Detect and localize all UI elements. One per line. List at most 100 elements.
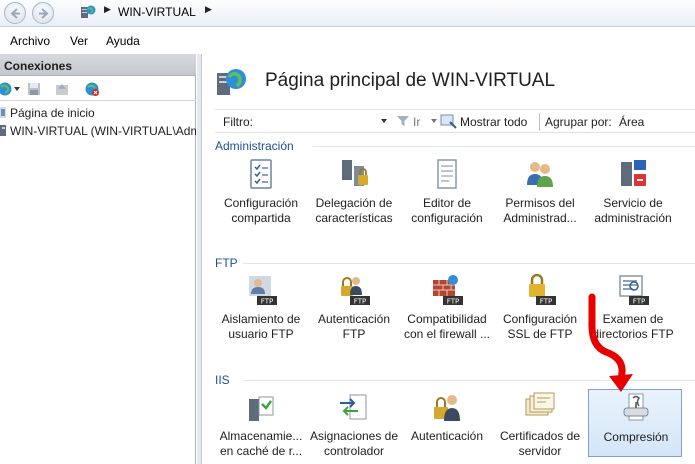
tile-certificados-servidor[interactable]: Certificados de servidor <box>493 391 587 459</box>
filter-label: Filtro: <box>223 115 253 129</box>
tile-label: Servicio de <box>603 196 663 210</box>
back-button[interactable] <box>4 2 26 24</box>
menu-bar: Archivo Ver Ayuda <box>0 28 695 52</box>
toolbar-divider <box>539 113 540 131</box>
tile-label: Compresión <box>603 430 669 444</box>
go-label: Ir <box>413 115 421 129</box>
tile-label: directorios FTP <box>592 327 674 341</box>
tile-compatibilidad-firewall[interactable]: FTP Compatibilidad con el firewall ... <box>400 274 494 342</box>
tile-label: Configuración <box>223 196 299 210</box>
ftp-ssl-icon: FTP <box>529 274 556 306</box>
tile-label: servidor <box>518 444 562 458</box>
chevron-right-icon[interactable]: ▶ <box>104 4 111 15</box>
manager-permissions-icon <box>527 162 553 187</box>
section-title-ftp: FTP <box>215 256 238 270</box>
tile-label: Editor de <box>422 196 472 210</box>
tile-label: Asignaciones de <box>309 429 399 443</box>
tile-label: Aislamiento de <box>221 312 301 326</box>
tile-compresion[interactable]: Compresión <box>588 389 682 457</box>
tile-label: Compatibilidad <box>407 312 487 326</box>
tree-item-start-page[interactable]: Página de inicio <box>0 105 196 121</box>
filter-input[interactable] <box>257 112 385 131</box>
server-certificates-icon <box>525 392 555 416</box>
tile-label: administración <box>594 211 672 225</box>
group-by-select[interactable]: Área <box>619 115 644 129</box>
svg-text:FTP: FTP <box>354 298 366 306</box>
tile-label: Almacenamie... <box>219 429 303 443</box>
chevron-down-icon[interactable] <box>14 87 20 91</box>
tile-label: controlador <box>323 444 385 458</box>
breadcrumb-server[interactable]: WIN-VIRTUAL <box>118 5 196 19</box>
tree-item-label: WIN-VIRTUAL (WIN-VIRTUAL\Administrador) <box>10 124 196 138</box>
tree-item-server[interactable]: WIN-VIRTUAL (WIN-VIRTUAL\Administrador) <box>0 123 196 139</box>
tile-label: FTP <box>342 327 366 341</box>
feature-delegation-icon <box>342 160 368 186</box>
address-breadcrumb[interactable]: ▶ WIN-VIRTUAL ▶ <box>74 0 695 24</box>
connect-globe-icon[interactable] <box>0 81 13 97</box>
tile-configuracion-ssl-ftp[interactable]: FTP Configuración SSL de FTP <box>493 274 587 342</box>
tile-label: configuración <box>411 211 483 225</box>
menu-ayuda[interactable]: Ayuda <box>106 34 140 48</box>
start-page-icon <box>0 107 6 118</box>
tile-label: Certificados de <box>499 429 581 443</box>
tile-configuracion-compartida[interactable]: Configuración compartida <box>214 158 308 226</box>
page-title: Página principal de WIN-VIRTUAL <box>265 70 556 91</box>
tile-label: Permisos del <box>505 196 575 210</box>
ftp-authentication-icon: FTP <box>341 277 370 306</box>
tile-label: Delegación de <box>315 196 393 210</box>
config-editor-icon <box>437 159 457 189</box>
management-service-icon <box>621 160 646 186</box>
forward-arrow-icon <box>39 8 49 19</box>
menu-ver[interactable]: Ver <box>70 34 88 48</box>
back-arrow-icon <box>10 8 20 19</box>
save-icon[interactable] <box>26 81 42 97</box>
server-globe-icon <box>217 69 246 95</box>
tile-delegacion-caracteristicas[interactable]: Delegación de características <box>307 158 401 226</box>
tile-autenticacion[interactable]: Autenticación <box>400 391 494 459</box>
main-content: Página principal de WIN-VIRTUAL Filtro: … <box>203 54 695 464</box>
tile-label: usuario FTP <box>228 327 294 341</box>
chevron-down-icon[interactable] <box>381 119 387 123</box>
section-divider <box>313 146 695 147</box>
show-all-icon <box>440 114 457 129</box>
authentication-icon <box>434 395 460 421</box>
filter-bar: Filtro: Ir Mostrar todo Agrupar por: Áre… <box>215 109 695 133</box>
go-button[interactable]: Ir <box>395 113 427 130</box>
group-by-label: Agrupar por: <box>545 115 612 129</box>
shared-config-icon <box>250 159 272 189</box>
tile-asignaciones-controlador[interactable]: Asignaciones de controlador <box>307 391 401 459</box>
tile-label: características <box>315 211 393 225</box>
tile-label: con el firewall ... <box>403 327 491 341</box>
svg-text:FTP: FTP <box>540 298 552 306</box>
chevron-down-icon[interactable] <box>431 119 437 123</box>
tile-permisos-administrador[interactable]: Permisos del Administrad... <box>493 158 587 226</box>
funnel-icon <box>397 116 409 126</box>
tree-item-label: Página de inicio <box>10 106 95 120</box>
up-level-icon[interactable] <box>54 81 70 97</box>
tile-editor-configuracion[interactable]: Editor de configuración <box>400 158 494 226</box>
ftp-directory-browsing-icon: FTP <box>619 275 649 306</box>
chevron-right-icon[interactable]: ▶ <box>205 4 212 15</box>
svg-text:FTP: FTP <box>633 298 645 306</box>
svg-text:FTP: FTP <box>447 298 459 306</box>
forward-button[interactable] <box>32 2 54 24</box>
server-icon <box>0 125 6 136</box>
section-divider <box>243 263 695 264</box>
section-title-administracion: Administración <box>215 139 294 153</box>
pane-splitter[interactable] <box>197 54 202 464</box>
server-globe-icon <box>81 5 96 18</box>
tile-label: en caché de r... <box>219 444 303 458</box>
disconnect-globe-icon[interactable] <box>84 81 100 97</box>
tile-label: Autenticación <box>317 312 391 326</box>
tile-aislamiento-usuario-ftp[interactable]: FTP Aislamiento de usuario FTP <box>214 274 308 342</box>
tile-examen-directorios-ftp[interactable]: FTP Examen de directorios FTP <box>586 274 680 342</box>
tile-label: compartida <box>231 211 291 225</box>
menu-archivo[interactable]: Archivo <box>10 34 50 48</box>
show-all-label: Mostrar todo <box>460 115 528 129</box>
tile-almacenamiento-cache[interactable]: Almacenamie... en caché de r... <box>214 391 308 459</box>
tile-autenticacion-ftp[interactable]: FTP Autenticación FTP <box>307 274 401 342</box>
tile-servicio-administracion[interactable]: Servicio de administración <box>586 158 680 226</box>
section-divider <box>243 380 695 381</box>
output-caching-icon <box>249 396 274 421</box>
ftp-user-isolation-icon: FTP <box>249 276 277 306</box>
